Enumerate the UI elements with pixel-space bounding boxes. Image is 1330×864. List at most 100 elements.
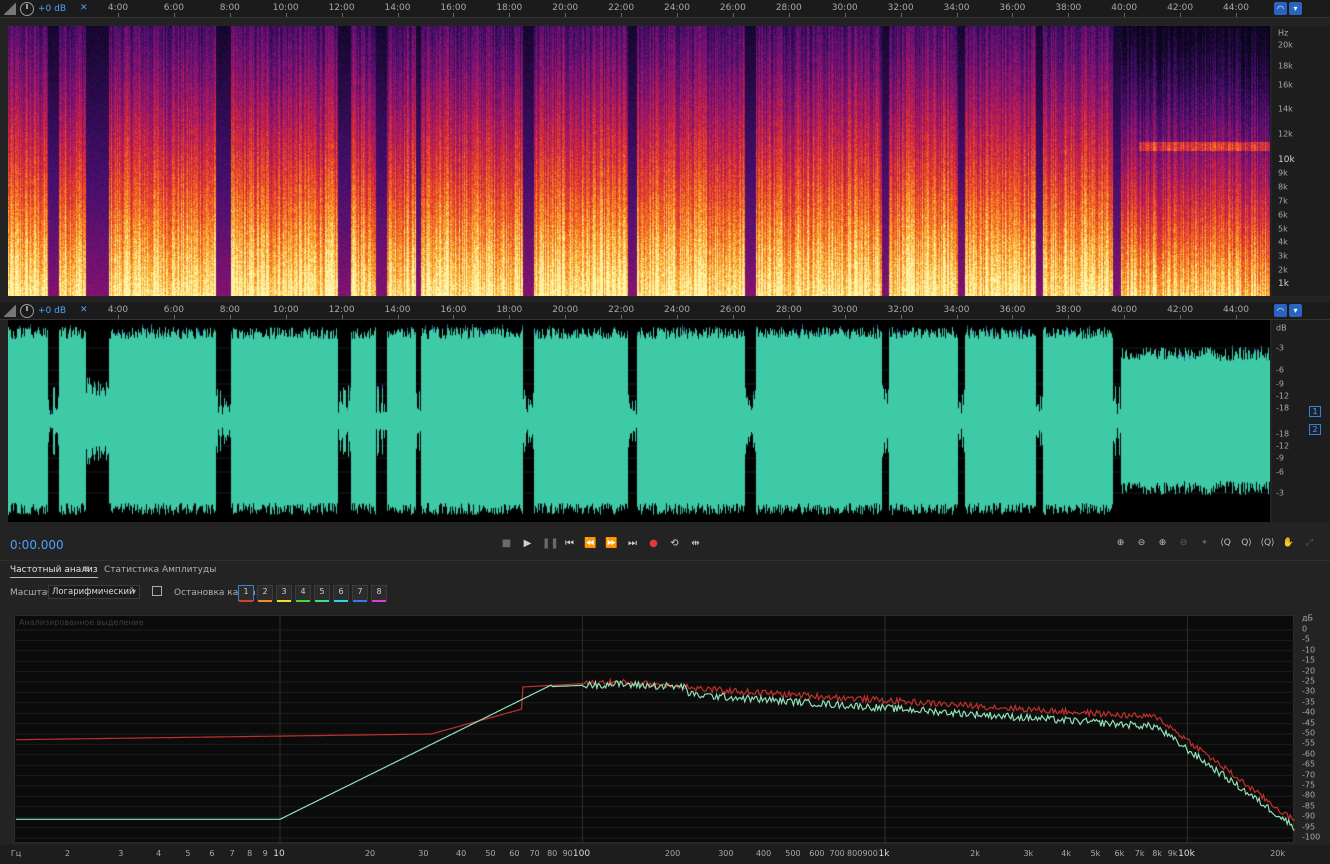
frequency-tick-label: 100 [572, 849, 591, 859]
skip-selection-button[interactable]: ⇹ [689, 537, 702, 550]
rewind-button[interactable]: ⏪ [584, 537, 597, 550]
freeze-frame-button-4[interactable]: 4 [295, 585, 311, 602]
db-tick-label: -85 [1302, 801, 1316, 811]
frequency-tick-label: 7k [1134, 849, 1145, 858]
pin-icon[interactable]: ✕ [80, 4, 89, 13]
time-tick-label: 8:00 [219, 305, 240, 315]
time-tick-label: 14:00 [384, 305, 411, 315]
freeze-frame-number: 6 [338, 587, 344, 596]
zoom-in-time-icon[interactable]: ⊕ [1155, 537, 1170, 550]
zoom-in-amplitude-icon[interactable]: ⊕ [1113, 537, 1128, 550]
zoom-fit-icon[interactable]: ⤢ [1302, 537, 1317, 550]
zoom-in-right-icon[interactable]: Q⟩ [1239, 537, 1254, 550]
series-line-channel-1 [15, 677, 1295, 822]
time-tick-label: 30:00 [831, 3, 858, 13]
time-tick-label: 10:00 [272, 3, 299, 13]
time-tick-label: 42:00 [1167, 3, 1194, 13]
stop-button[interactable]: ■ [500, 537, 513, 550]
zoom-in-left-icon[interactable]: ⟨Q [1218, 537, 1233, 550]
zoom-out-amplitude-icon[interactable]: ⊖ [1134, 537, 1149, 550]
frequency-tick-label: 2 [65, 849, 71, 858]
waveform-gain-control[interactable]: +0 dB [4, 304, 66, 318]
freeze-frame-color-bar [258, 600, 272, 602]
pin-icon[interactable]: ✕ [80, 306, 89, 315]
db-tick-label: -75 [1302, 780, 1316, 790]
scale-dropdown[interactable]: Логарифмический ▾ [48, 585, 140, 599]
frequency-tick-label: 700 [829, 849, 845, 858]
frequency-tick-label: 2k [970, 849, 980, 858]
freeze-frame-button-8[interactable]: 8 [371, 585, 387, 602]
time-tick-label: 44:00 [1223, 3, 1249, 13]
frequency-tick-label: 3k [1023, 849, 1034, 858]
zoom-full-icon[interactable]: ✦ [1197, 537, 1212, 550]
time-tick-label: 24:00 [664, 305, 690, 315]
frequency-tick-label: 9k [1278, 168, 1288, 178]
time-tick-mark [453, 315, 455, 319]
loop-button[interactable]: ⟲ [668, 537, 681, 550]
db-tick-label: -3 [1276, 488, 1284, 498]
time-tick-label: 4:00 [107, 3, 129, 13]
zoom-selection-icon[interactable]: ⟨Q⟩ [1260, 537, 1275, 550]
time-tick-label: 44:00 [1223, 305, 1249, 315]
zoom-hand-icon[interactable]: ✋ [1281, 537, 1296, 550]
waveform-view[interactable] [8, 320, 1270, 522]
volume-knob-icon[interactable] [20, 304, 34, 318]
time-tick-label: 22:00 [608, 305, 635, 315]
frequency-tick-label: 7k [1278, 196, 1288, 206]
channel-2-toggle[interactable]: 2 [1309, 424, 1321, 435]
time-tick-mark [1124, 13, 1126, 17]
frequency-tick-label: 9 [262, 849, 268, 858]
gain-value[interactable]: +0 dB [38, 4, 66, 14]
tab-amplitude-statistics[interactable]: Статистика Амплитуды [104, 565, 216, 575]
panel-menu-icon[interactable]: ≡ [82, 564, 90, 575]
time-tick-mark [788, 13, 790, 17]
frequency-tick-label: 4 [156, 849, 162, 858]
freeze-frame-button-1[interactable]: 1 [238, 585, 254, 602]
time-tick-mark [677, 315, 678, 319]
frequency-tick-label: 600 [809, 849, 825, 858]
time-tick-label: 40:00 [1111, 3, 1138, 13]
time-tick-mark [1180, 13, 1182, 17]
freeze-frame-button-6[interactable]: 6 [333, 585, 349, 602]
time-tick-mark [1012, 315, 1014, 319]
volume-knob-icon[interactable] [20, 2, 34, 16]
channel-1-toggle[interactable]: 1 [1309, 406, 1321, 417]
pause-button[interactable]: ❚❚ [542, 537, 559, 550]
gain-value[interactable]: +0 dB [38, 306, 66, 316]
zoom-out-time-icon[interactable]: ⊖ [1176, 537, 1191, 550]
db-tick-label: -6 [1276, 365, 1284, 375]
db-tick-label: -25 [1302, 676, 1316, 686]
marker-pin-icon[interactable]: ▾ [1289, 304, 1302, 317]
headphones-icon[interactable]: ◠ [1274, 2, 1287, 15]
freeze-frame-button-3[interactable]: 3 [276, 585, 292, 602]
spectrogram-view[interactable] [8, 26, 1270, 296]
record-button[interactable]: ● [647, 537, 660, 550]
freeze-frame-color-bar [239, 600, 253, 602]
spectral-time-ruler[interactable]: +0 dB ✕ 4:00 6:00 8:00 10:00 12:00 14:00 16:00… [0, 0, 1330, 18]
go-to-start-button[interactable]: ⏮ [563, 537, 576, 550]
headphones-icon[interactable]: ◠ [1274, 304, 1287, 317]
frequency-analysis-graph[interactable]: Анализированное выделение [14, 615, 1295, 844]
time-tick-label: 34:00 [943, 305, 970, 315]
time-tick-mark [1236, 13, 1237, 17]
time-tick-label: 40:00 [1111, 305, 1138, 315]
frequency-tick-label: 90 [562, 849, 573, 858]
time-tick-label: 6:00 [163, 3, 184, 13]
time-tick-label: 36:00 [999, 305, 1026, 315]
spectral-gain-control[interactable]: +0 dB [4, 2, 66, 16]
frequency-tick-label: 30 [418, 849, 429, 858]
db-tick-label: -15 [1302, 655, 1316, 665]
copy-icon[interactable] [152, 586, 162, 596]
time-tick-mark [1068, 13, 1070, 17]
waveform-time-ruler[interactable]: +0 dB ✕ 4:00 6:00 8:00 10:00 12:00 14:00 16:00… [0, 302, 1330, 320]
timecode-display[interactable]: 0:00.000 [10, 538, 64, 552]
db-tick-label: -10 [1302, 645, 1316, 655]
freeze-frame-button-7[interactable]: 7 [352, 585, 368, 602]
fast-forward-button[interactable]: ⏩ [605, 537, 618, 550]
marker-pin-icon[interactable]: ▾ [1289, 2, 1302, 15]
level-meter-icon [4, 305, 16, 317]
freeze-frame-button-5[interactable]: 5 [314, 585, 330, 602]
go-to-end-button[interactable]: ⏭ [626, 537, 639, 550]
freeze-frame-button-2[interactable]: 2 [257, 585, 273, 602]
play-button[interactable]: ▶ [521, 537, 534, 550]
